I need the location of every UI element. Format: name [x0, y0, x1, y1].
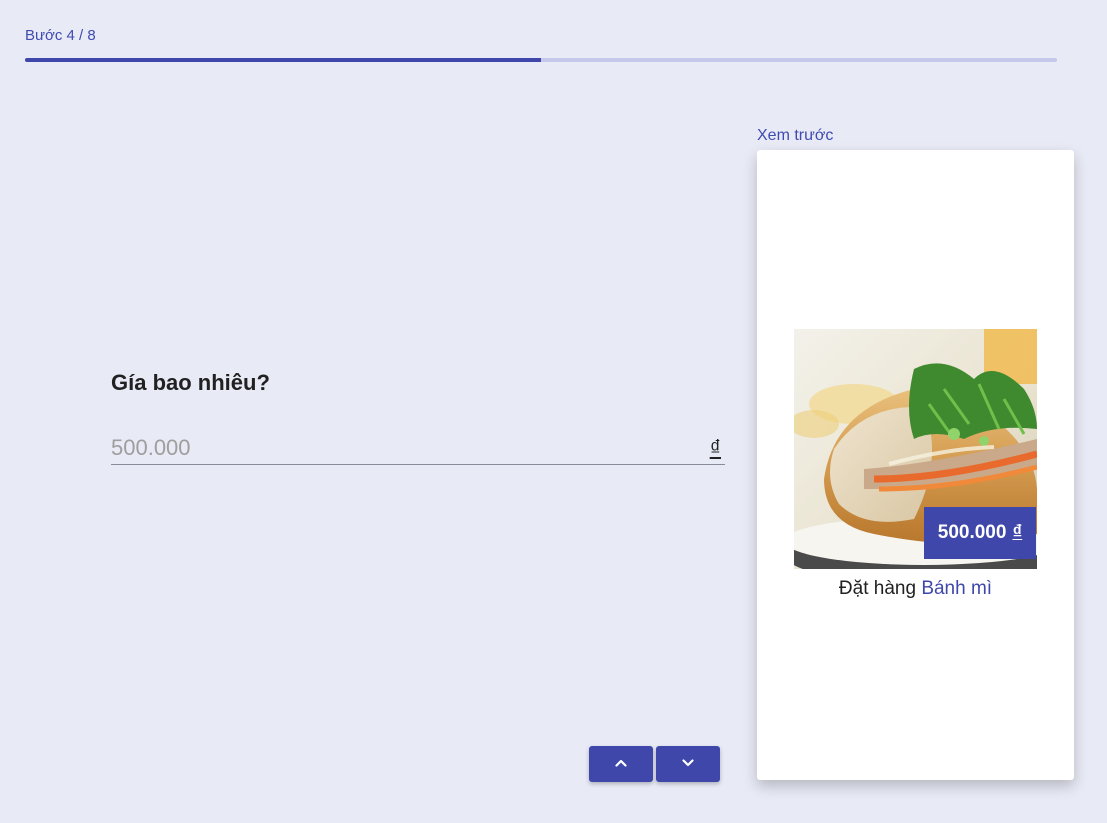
previous-step-button[interactable]: [589, 746, 653, 782]
next-step-button[interactable]: [656, 746, 720, 782]
question-title: Gía bao nhiêu?: [111, 370, 270, 395]
product-name: Bánh mì: [921, 578, 993, 599]
order-prefix: Đặt hàng: [838, 578, 917, 599]
chevron-up-icon: [613, 755, 629, 774]
progress-bar: [25, 58, 1057, 62]
price-badge: 500.000 ₫: [924, 507, 1036, 559]
currency-symbol: ₫: [709, 435, 721, 460]
chevron-down-icon: [680, 755, 696, 774]
price-field[interactable]: ₫: [111, 432, 725, 465]
step-label: Bước 4 / 8: [25, 27, 96, 44]
preview-card: 500.000 ₫ Đặt hàng Bánh mì: [757, 150, 1074, 780]
preview-label: Xem trước: [757, 127, 834, 144]
price-badge-currency: ₫: [1012, 522, 1023, 543]
order-line: Đặt hàng Bánh mì: [757, 578, 1074, 600]
price-input[interactable]: [111, 435, 671, 461]
progress-bar-fill: [25, 58, 541, 62]
price-badge-value: 500.000: [937, 522, 1007, 543]
